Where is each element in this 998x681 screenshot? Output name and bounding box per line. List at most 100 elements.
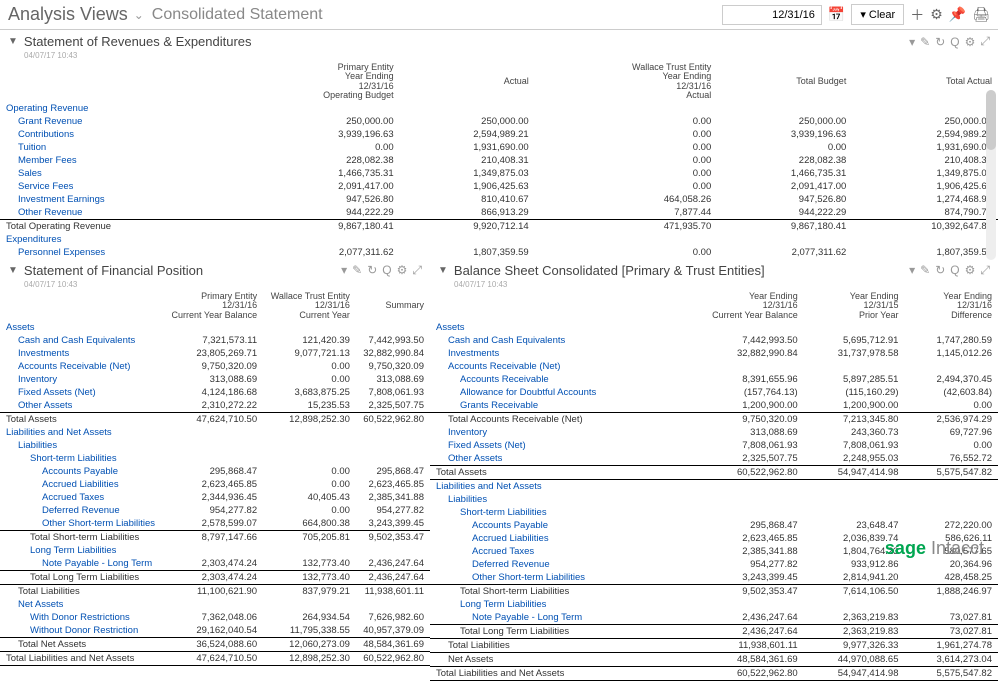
row-label[interactable]: Accounts Payable (0, 465, 164, 478)
search-icon[interactable]: Q (382, 263, 391, 277)
row-label[interactable]: Service Fees (0, 180, 234, 193)
row-label[interactable]: Net Assets (0, 598, 164, 611)
cell: 60,522,962.80 (356, 413, 430, 427)
table-row: Long Term Liabilities (430, 598, 998, 611)
row-label[interactable]: Deferred Revenue (430, 558, 669, 571)
row-label[interactable]: With Donor Restrictions (0, 611, 164, 624)
collapse-icon[interactable]: ▼ (8, 265, 18, 276)
row-label[interactable]: Long Term Liabilities (430, 598, 669, 611)
pin-icon[interactable]: 📌 (949, 6, 966, 23)
table-row: Note Payable - Long Term2,303,474.24132,… (0, 557, 430, 571)
row-label[interactable]: Accrued Taxes (0, 491, 164, 504)
table-row: Accounts Receivable (Net) (430, 360, 998, 373)
row-label[interactable]: Allowance for Doubtful Accounts (430, 386, 669, 399)
row-label[interactable]: Inventory (430, 426, 669, 439)
row-label[interactable]: Other Revenue (0, 206, 234, 220)
cell: 228,082.38 (717, 154, 852, 167)
row-label[interactable]: Grant Revenue (0, 115, 234, 128)
row-label[interactable]: Accrued Liabilities (430, 532, 669, 545)
row-label[interactable]: Liabilities (430, 493, 669, 506)
expand-icon[interactable]: ⤢ (980, 34, 990, 49)
cell: 7,808,061.93 (669, 439, 804, 452)
cell: 0.00 (904, 399, 998, 413)
cell (164, 544, 263, 557)
cell: 2,248,955.03 (804, 452, 905, 466)
refresh-icon[interactable]: ↻ (935, 35, 945, 49)
gear-icon[interactable]: ⚙ (397, 263, 408, 277)
cell: 29,162,040.54 (164, 624, 263, 638)
expand-icon[interactable]: ⤢ (412, 263, 422, 278)
row-label[interactable]: Long Term Liabilities (0, 544, 164, 557)
balance-table: Year Ending12/31/16Current Year Balance … (430, 291, 998, 681)
collapse-icon[interactable]: ▼ (8, 36, 18, 47)
row-label[interactable]: Accounts Payable (430, 519, 669, 532)
cell: 428,458.25 (904, 571, 998, 585)
row-label[interactable]: Short-term Liabilities (0, 452, 164, 465)
edit-icon[interactable]: ✎ (920, 35, 930, 49)
row-label[interactable]: Fixed Assets (Net) (430, 439, 669, 452)
row-label[interactable]: Note Payable - Long Term (0, 557, 164, 571)
row-label[interactable]: Cash and Cash Equivalents (430, 334, 669, 347)
cell: 54,947,414.98 (804, 667, 905, 681)
row-label[interactable]: Note Payable - Long Term (430, 611, 669, 625)
collapse-icon[interactable]: ▼ (438, 265, 448, 276)
refresh-icon[interactable]: ↻ (367, 263, 377, 277)
row-label[interactable]: Accrued Taxes (430, 545, 669, 558)
row-label[interactable]: Inventory (0, 373, 164, 386)
cell: 8,797,147.66 (164, 531, 263, 545)
refresh-icon[interactable]: ↻ (935, 263, 945, 277)
gear-icon[interactable]: ⚙ (965, 263, 976, 277)
row-label[interactable]: Cash and Cash Equivalents (0, 334, 164, 347)
plus-icon[interactable]: ＋ (910, 5, 924, 25)
row-label[interactable]: Short-term Liabilities (430, 506, 669, 519)
cell: 954,277.82 (164, 504, 263, 517)
row-label[interactable]: Other Assets (0, 399, 164, 413)
row-label[interactable]: Deferred Revenue (0, 504, 164, 517)
row-label[interactable]: Investments (0, 347, 164, 360)
search-icon[interactable]: Q (950, 263, 959, 277)
cell (263, 321, 356, 334)
table-row: Other Assets2,310,272.2215,235.532,325,5… (0, 399, 430, 413)
row-label[interactable]: Liabilities (0, 439, 164, 452)
expand-icon[interactable]: ⤢ (980, 263, 990, 278)
gear-icon[interactable]: ⚙ (965, 35, 976, 49)
calendar-icon[interactable]: 📅 (828, 6, 845, 23)
row-label[interactable]: Accrued Liabilities (0, 478, 164, 491)
row-label[interactable]: Member Fees (0, 154, 234, 167)
scrollbar[interactable] (986, 90, 996, 260)
row-label[interactable]: Without Donor Restriction (0, 624, 164, 638)
row-label[interactable]: Investment Earnings (0, 193, 234, 206)
row-label[interactable]: Other Short-term Liabilities (0, 517, 164, 531)
clear-button[interactable]: ▾ Clear (851, 4, 904, 25)
chevron-down-icon[interactable]: ⌄ (134, 8, 144, 22)
row-label[interactable]: Accounts Receivable (Net) (430, 360, 669, 373)
cell (263, 439, 356, 452)
cell: 132,773.40 (263, 571, 356, 585)
date-input[interactable] (722, 5, 822, 25)
filter-icon[interactable]: ▾ (341, 263, 347, 277)
filter-icon[interactable]: ▾ (909, 263, 915, 277)
gear-icon[interactable]: ⚙ (930, 6, 943, 23)
panel-title: Statement of Revenues & Expenditures (24, 34, 252, 49)
row-label[interactable]: Investments (430, 347, 669, 360)
cell: 250,000.00 (234, 115, 399, 128)
row-label[interactable]: Grants Receivable (430, 399, 669, 413)
row-label[interactable]: Fixed Assets (Net) (0, 386, 164, 399)
edit-icon[interactable]: ✎ (352, 263, 362, 277)
edit-icon[interactable]: ✎ (920, 263, 930, 277)
search-icon[interactable]: Q (950, 35, 959, 49)
row-label[interactable]: Other Assets (430, 452, 669, 466)
filter-icon[interactable]: ▾ (909, 35, 915, 49)
row-label[interactable]: Contributions (0, 128, 234, 141)
print-icon[interactable]: 🖨 (972, 6, 990, 23)
row-label[interactable]: Personnel Expenses (0, 246, 234, 259)
row-label[interactable]: Sales (0, 167, 234, 180)
cell: 9,867,180.41 (717, 219, 852, 233)
row-label[interactable]: Accounts Receivable (Net) (0, 360, 164, 373)
table-row: Personnel Expenses2,077,311.621,807,359.… (0, 246, 998, 259)
row-label[interactable]: Tuition (0, 141, 234, 154)
cell (904, 360, 998, 373)
row-label[interactable]: Accounts Receivable (430, 373, 669, 386)
row-label[interactable]: Other Short-term Liabilities (430, 571, 669, 585)
cell (164, 598, 263, 611)
